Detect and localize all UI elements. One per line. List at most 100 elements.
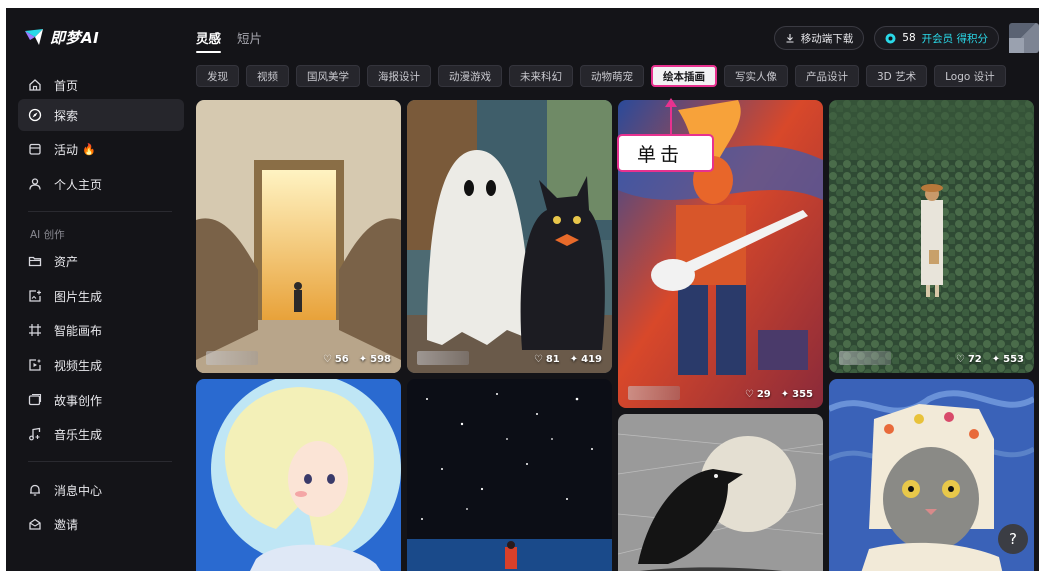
gallery-card[interactable]: ♡ 81 ✦ 419 — [407, 100, 612, 373]
tab-inspiration[interactable]: 灵感 — [196, 28, 222, 53]
category-chip[interactable]: 3D 艺术 — [866, 65, 928, 87]
video-gen-icon — [29, 359, 41, 371]
logo-icon — [25, 29, 43, 45]
sidebar-divider — [28, 211, 172, 212]
card-image-ghost-cat — [407, 100, 612, 373]
gallery-card[interactable] — [618, 414, 823, 571]
sidebar-item-messages[interactable]: 消息中心 — [18, 474, 184, 506]
story-icon — [28, 393, 42, 406]
content-tabs: 灵感 短片 — [196, 28, 262, 53]
sidebar-item-canvas[interactable]: 智能画布 — [18, 314, 184, 346]
bell-icon — [30, 484, 40, 496]
sidebar-item-label: 消息中心 — [54, 483, 103, 498]
like-count[interactable]: ♡ 56 — [323, 354, 349, 365]
annotation-callout: 单击 — [617, 134, 714, 172]
sidebar-item-assets[interactable]: 资产 — [18, 245, 184, 277]
credit-coin-icon — [885, 33, 896, 43]
image-gen-icon — [29, 290, 41, 302]
explore-icon — [28, 108, 42, 122]
sidebar-item-label: 资产 — [54, 254, 79, 269]
category-bar: 发现 视频 国风美学 海报设计 动漫游戏 未来科幻 动物萌宠 绘本插画 写实人像… — [196, 65, 1006, 87]
like-count[interactable]: ♡ 72 — [956, 354, 982, 365]
avatar[interactable] — [1009, 23, 1039, 53]
gallery-card[interactable]: ♡ 56 ✦ 598 — [196, 100, 401, 373]
card-image-door — [196, 100, 401, 373]
header-actions: 移动端下载 58 开会员 得积分 — [773, 23, 1039, 53]
category-chip[interactable]: 产品设计 — [795, 65, 859, 87]
sidebar-item-image-gen[interactable]: 图片生成 — [18, 280, 184, 312]
sidebar: 即梦AI 首页 探索 活动 🔥 个人主页 AI 创作 资产 图片生成 智能画布 … — [6, 8, 192, 571]
sparkle-icon: ✦ — [358, 354, 368, 365]
activity-icon — [29, 143, 41, 155]
heart-icon: ♡ — [955, 354, 965, 365]
tab-shorts[interactable]: 短片 — [237, 28, 262, 53]
credits-pill[interactable]: 58 开会员 得积分 — [874, 26, 999, 50]
category-chip[interactable]: 写实人像 — [724, 65, 788, 87]
remix-count[interactable]: ✦ 419 — [570, 354, 602, 365]
annotation-arrow-line — [670, 104, 672, 135]
like-count[interactable]: ♡ 81 — [534, 354, 560, 365]
category-chip[interactable]: 发现 — [196, 65, 239, 87]
sidebar-item-story[interactable]: 故事创作 — [18, 384, 184, 416]
card-image-night-sky — [407, 379, 612, 571]
section-label-ai-create: AI 创作 — [30, 229, 65, 241]
sparkle-icon: ✦ — [991, 354, 1001, 365]
category-chip[interactable]: 动漫游戏 — [438, 65, 502, 87]
like-count[interactable]: ♡ 29 — [745, 389, 771, 400]
help-button[interactable]: ? — [998, 524, 1028, 554]
card-image-crow — [618, 414, 823, 571]
sidebar-item-invite[interactable]: 邀请 — [18, 508, 184, 540]
author-name-blurred — [628, 386, 680, 400]
heart-icon: ♡ — [322, 354, 332, 365]
sparkle-icon: ✦ — [569, 354, 579, 365]
remix-count[interactable]: ✦ 598 — [359, 354, 391, 365]
sidebar-item-profile[interactable]: 个人主页 — [18, 168, 184, 200]
remix-count[interactable]: ✦ 355 — [781, 389, 813, 400]
sidebar-item-label: 活动 — [54, 142, 79, 157]
heart-icon: ♡ — [744, 389, 754, 400]
logo[interactable]: 即梦AI — [24, 26, 99, 48]
author-name-blurred — [417, 351, 469, 365]
logo-text: 即梦AI — [50, 28, 100, 47]
sidebar-divider — [28, 461, 172, 462]
music-icon — [29, 427, 41, 441]
sidebar-item-activity[interactable]: 活动 🔥 — [18, 133, 184, 165]
category-chip[interactable]: 海报设计 — [367, 65, 431, 87]
credit-count: 58 — [902, 32, 916, 44]
sidebar-item-label: 首页 — [54, 78, 79, 93]
category-chip[interactable]: 视频 — [246, 65, 289, 87]
author-name-blurred — [839, 351, 891, 365]
gallery-card[interactable] — [196, 379, 401, 571]
sidebar-item-music[interactable]: 音乐生成 — [18, 418, 184, 450]
user-icon — [29, 178, 41, 190]
sidebar-item-home[interactable]: 首页 — [18, 69, 184, 101]
sidebar-item-label: 视频生成 — [54, 358, 103, 373]
sidebar-item-video-gen[interactable]: 视频生成 — [18, 349, 184, 381]
sidebar-item-label: 图片生成 — [54, 289, 103, 304]
card-image-pastel-girl — [196, 379, 401, 571]
category-chip-active[interactable]: 绘本插画 — [651, 65, 717, 87]
canvas-icon — [29, 324, 41, 336]
folder-icon — [28, 256, 42, 267]
card-stats: ♡ 72 ✦ 553 — [956, 354, 1024, 365]
app-window: 即梦AI 首页 探索 活动 🔥 个人主页 AI 创作 资产 图片生成 智能画布 … — [6, 8, 1039, 571]
sidebar-item-explore[interactable]: 探索 — [18, 99, 184, 131]
sidebar-item-label: 邀请 — [54, 517, 79, 532]
card-image-hedge-girl — [829, 100, 1034, 373]
mobile-download-button[interactable]: 移动端下载 — [773, 26, 865, 50]
sidebar-item-label: 故事创作 — [54, 393, 103, 408]
membership-link[interactable]: 开会员 得积分 — [922, 31, 988, 46]
gallery-card[interactable]: ♡ 72 ✦ 553 — [829, 100, 1034, 373]
sidebar-item-label: 探索 — [54, 108, 79, 123]
invite-icon — [29, 518, 41, 530]
category-chip[interactable]: 动物萌宠 — [580, 65, 644, 87]
card-stats: ♡ 56 ✦ 598 — [323, 354, 391, 365]
download-icon — [786, 34, 794, 43]
category-chip[interactable]: Logo 设计 — [934, 65, 1006, 87]
sidebar-item-label: 智能画布 — [54, 323, 103, 338]
gallery-card[interactable] — [407, 379, 612, 571]
heart-icon: ♡ — [533, 354, 543, 365]
category-chip[interactable]: 未来科幻 — [509, 65, 573, 87]
category-chip[interactable]: 国风美学 — [296, 65, 360, 87]
remix-count[interactable]: ✦ 553 — [992, 354, 1024, 365]
